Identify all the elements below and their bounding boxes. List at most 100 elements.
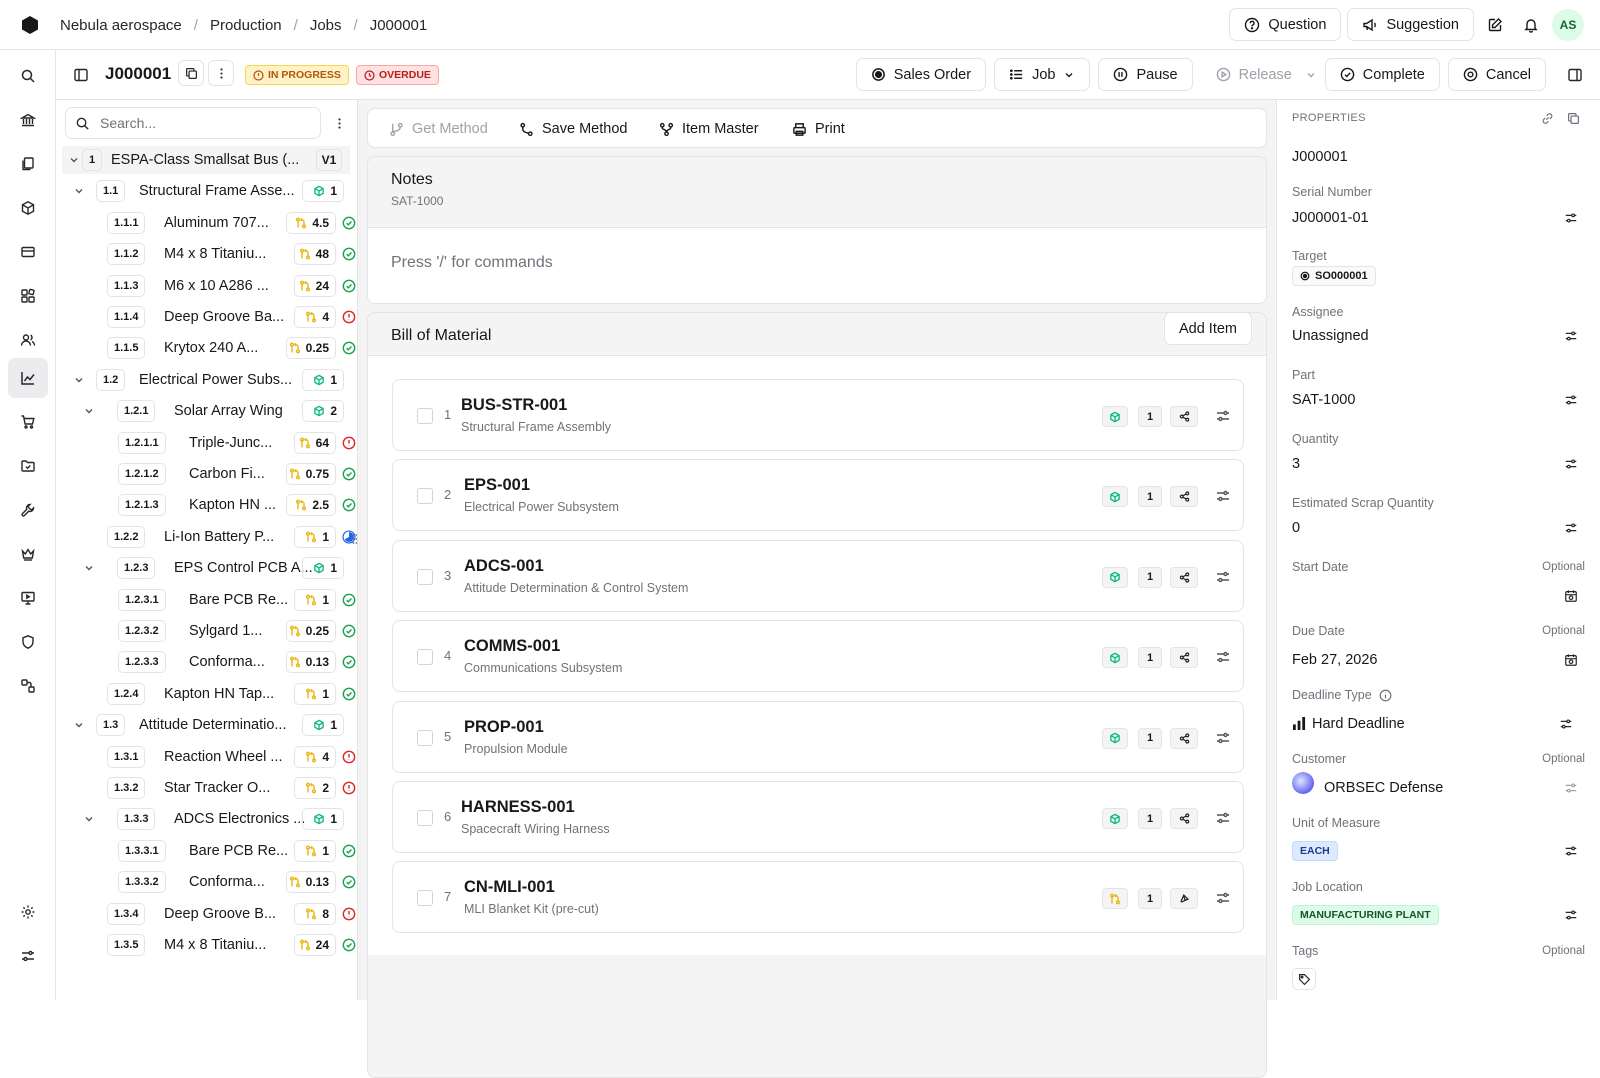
bom-item-settings-icon[interactable] — [1215, 488, 1231, 504]
properties-panel-toggle-icon[interactable] — [1560, 60, 1590, 90]
presentation-icon[interactable] — [8, 578, 48, 618]
tags-icon[interactable] — [1292, 968, 1316, 990]
deadline-type-edit-icon[interactable] — [1552, 710, 1580, 738]
crown-icon[interactable] — [8, 534, 48, 574]
tree-menu-icon[interactable] — [324, 108, 354, 138]
breadcrumb-production[interactable]: Production — [210, 17, 282, 34]
card-icon[interactable] — [8, 232, 48, 272]
share-nodes-icon[interactable] — [1170, 566, 1198, 588]
bom-item-checkbox[interactable] — [417, 568, 433, 585]
start-date-calendar-icon[interactable] — [1557, 582, 1585, 610]
supplier-icon[interactable] — [1170, 888, 1198, 910]
target-chip[interactable]: SO000001 — [1292, 266, 1376, 286]
info-icon[interactable] — [1379, 689, 1392, 702]
breadcrumb-current[interactable]: J000001 — [370, 17, 428, 34]
part-edit-icon[interactable] — [1557, 386, 1585, 414]
tree-row[interactable]: 1.2 Electrical Power Subs... 1 — [56, 366, 356, 394]
tree-row[interactable]: 1.1.4 Deep Groove Ba... 4 — [56, 303, 356, 331]
more-vertical-icon[interactable] — [208, 60, 234, 86]
tree-row[interactable]: 1.2.3.3 Conforma... 0.13 — [56, 648, 356, 676]
link-icon[interactable] — [1541, 112, 1554, 125]
cart-icon[interactable] — [8, 402, 48, 442]
bom-item[interactable]: 5 PROP-001 Propulsion Module 1 — [392, 700, 1244, 773]
quantity-edit-icon[interactable] — [1557, 450, 1585, 478]
bom-item-settings-icon[interactable] — [1215, 890, 1231, 906]
bom-item-part-id[interactable]: PROP-001 — [464, 718, 544, 737]
bank-icon[interactable] — [8, 100, 48, 140]
bom-item-settings-icon[interactable] — [1215, 569, 1231, 585]
bom-item-settings-icon[interactable] — [1215, 649, 1231, 665]
tree-row[interactable]: 1.1.3 M6 x 10 A286 ... 24 — [56, 272, 356, 300]
tree-row[interactable]: 1.3.5 M4 x 8 Titaniu... 24 — [56, 931, 356, 959]
app-logo-icon[interactable] — [20, 15, 40, 35]
chevron-down-icon[interactable] — [73, 374, 85, 386]
tree-row[interactable]: 1.2.1.1 Triple-Junc... 64 — [56, 429, 356, 457]
blocks-icon[interactable] — [8, 276, 48, 316]
edit-icon[interactable] — [1480, 10, 1510, 40]
settings-icon[interactable] — [8, 892, 48, 932]
tree-row[interactable]: 1.2.3.1 Bare PCB Re... 1 — [56, 586, 356, 614]
shield-icon[interactable] — [8, 622, 48, 662]
tree-row[interactable]: 1 ESPA-Class Smallsat Bus (... V1 — [62, 146, 350, 174]
tree-search-input[interactable]: Search... — [65, 107, 321, 139]
share-nodes-icon[interactable] — [1170, 406, 1198, 427]
tree-row[interactable]: 1.2.1.3 Kapton HN ... 2.5 — [56, 491, 356, 519]
bom-item-checkbox[interactable] — [417, 408, 433, 424]
tree-row[interactable]: 1.3.3.2 Conforma... 0.13 — [56, 868, 356, 896]
bom-item-part-id[interactable]: EPS-001 — [464, 476, 530, 495]
bell-icon[interactable] — [1516, 10, 1546, 40]
complete-button[interactable]: Complete — [1324, 58, 1440, 91]
get-method-button[interactable]: Get Method — [389, 121, 488, 137]
copy-icon[interactable] — [178, 60, 204, 86]
uom-edit-icon[interactable] — [1557, 837, 1585, 865]
customer-edit-icon[interactable] — [1557, 774, 1585, 802]
bom-item-checkbox[interactable] — [417, 729, 433, 746]
bom-item-part-id[interactable]: CN-MLI-001 — [464, 878, 555, 897]
bom-item-checkbox[interactable] — [417, 810, 433, 826]
wrench-icon[interactable] — [8, 490, 48, 530]
pause-button[interactable]: Pause — [1098, 58, 1193, 91]
tree-row[interactable]: 1.3.3.1 Bare PCB Re... 1 — [56, 837, 356, 865]
tree-row[interactable]: 1.1 Structural Frame Asse... 1 — [56, 177, 356, 205]
tree-row[interactable]: 1.3.2 Star Tracker O... 2 — [56, 774, 356, 802]
add-item-button[interactable]: Add Item — [1163, 312, 1252, 345]
bom-item-part-id[interactable]: BUS-STR-001 — [461, 396, 567, 415]
question-button[interactable]: Question — [1229, 8, 1342, 41]
folder-check-icon[interactable] — [8, 446, 48, 486]
tree-row[interactable]: 1.1.5 Krytox 240 A... 0.25 — [56, 334, 356, 362]
chevron-down-icon[interactable] — [73, 719, 85, 731]
tree-row[interactable]: 1.2.3.2 Sylgard 1... 0.25 — [56, 617, 356, 645]
release-button[interactable]: Release — [1200, 58, 1307, 91]
users-icon[interactable] — [8, 320, 48, 360]
tree-row[interactable]: 1.2.4 Kapton HN Tap... 1 — [56, 680, 356, 708]
tree-row[interactable]: 1.3.1 Reaction Wheel ... 4 — [56, 743, 356, 771]
cancel-button[interactable]: Cancel — [1447, 58, 1546, 91]
bom-item[interactable]: 3 ADCS-001 Attitude Determination & Cont… — [392, 539, 1244, 612]
bom-item-part-id[interactable]: ADCS-001 — [464, 557, 544, 576]
chevron-down-icon[interactable] — [83, 562, 95, 574]
bom-item[interactable]: 4 COMMS-001 Communications Subsystem 1 — [392, 620, 1244, 693]
bom-item[interactable]: 2 EPS-001 Electrical Power Subsystem 1 — [392, 459, 1244, 532]
tree-row[interactable]: 1.2.2 Li-Ion Battery P... 1 — [56, 523, 356, 551]
share-nodes-icon[interactable] — [1170, 647, 1198, 669]
job-location-edit-icon[interactable] — [1557, 901, 1585, 929]
bom-item-settings-icon[interactable] — [1215, 810, 1231, 826]
bom-item-settings-icon[interactable] — [1215, 730, 1231, 746]
sales-order-button[interactable]: Sales Order — [855, 58, 987, 91]
sidebar-toggle-icon[interactable] — [66, 60, 96, 90]
scrap-quantity-edit-icon[interactable] — [1557, 514, 1585, 542]
bom-item[interactable]: 7 CN-MLI-001 MLI Blanket Kit (pre-cut) 1 — [392, 861, 1244, 934]
bom-item-part-id[interactable]: HARNESS-001 — [461, 798, 575, 817]
production-chart-icon[interactable] — [8, 358, 48, 398]
assignee-edit-icon[interactable] — [1557, 322, 1585, 350]
breadcrumb-org[interactable]: Nebula aerospace — [60, 17, 182, 34]
bom-item-checkbox[interactable] — [417, 649, 433, 666]
tree-row[interactable]: 1.1.2 M4 x 8 Titaniu... 48 — [56, 240, 356, 268]
chevron-down-icon[interactable] — [83, 405, 95, 417]
release-chevron-icon[interactable] — [1305, 69, 1317, 81]
job-menu-button[interactable]: Job — [994, 58, 1091, 91]
search-icon[interactable] — [8, 56, 48, 96]
bom-item-settings-icon[interactable] — [1215, 408, 1231, 424]
due-date-calendar-icon[interactable] — [1557, 646, 1585, 674]
bom-item-checkbox[interactable] — [417, 890, 433, 907]
